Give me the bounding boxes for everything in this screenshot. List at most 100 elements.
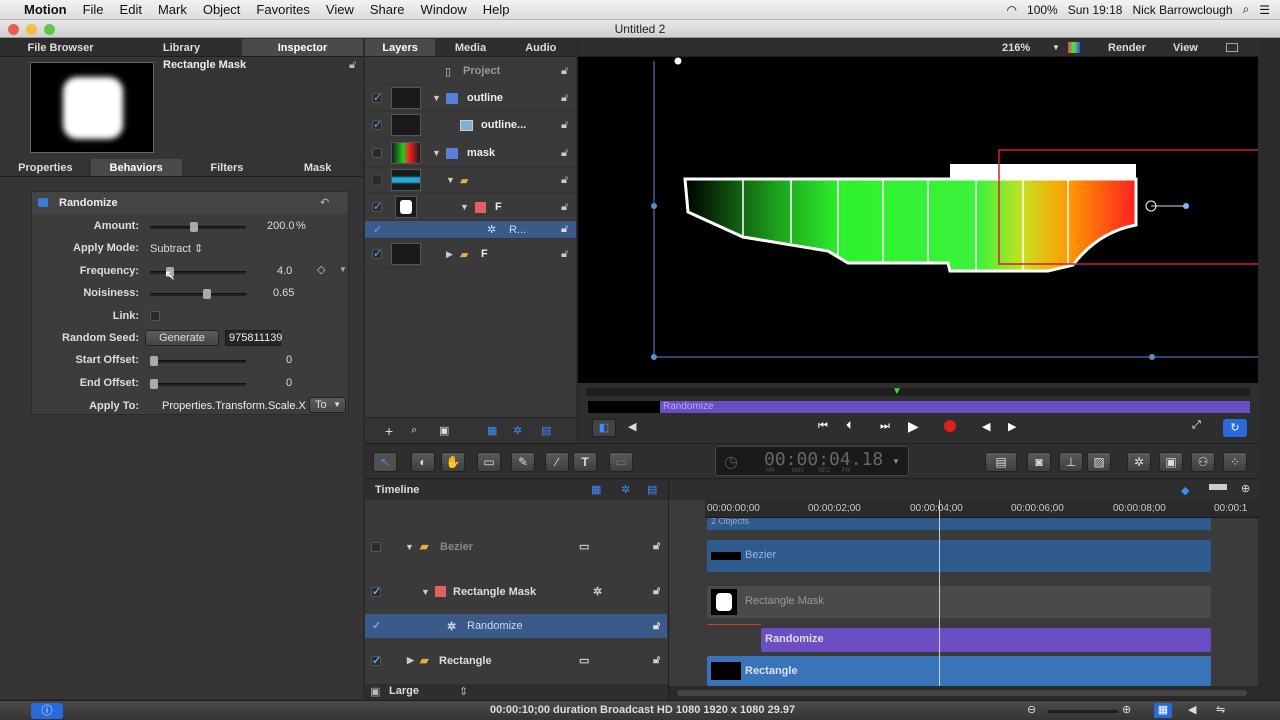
start-offset-slider[interactable]: [150, 356, 246, 366]
menu-help[interactable]: Help: [475, 2, 518, 17]
view-menu[interactable]: View: [1173, 42, 1198, 54]
layer-row[interactable]: ▼ F 🔓︎: [365, 194, 576, 221]
clock[interactable]: Sun 19:18: [1068, 3, 1123, 17]
playhead-line[interactable]: [939, 500, 940, 686]
behaviors-icon[interactable]: ✲: [1127, 452, 1151, 472]
next-keyframe-icon[interactable]: ▶: [1008, 420, 1016, 433]
lock-icon[interactable]: 🔓︎: [653, 654, 660, 667]
layout-icon[interactable]: [1226, 43, 1238, 52]
menu-file[interactable]: File: [75, 2, 112, 17]
show-layers-icon[interactable]: ▦: [487, 424, 497, 437]
tab-properties[interactable]: Properties: [0, 159, 91, 176]
disclosure-open-icon[interactable]: ▼: [421, 587, 430, 597]
scroll-thumb[interactable]: [677, 690, 1247, 696]
tab-audio[interactable]: Audio: [506, 39, 576, 56]
lock-icon[interactable]: 🔓︎: [561, 92, 568, 105]
hand-tool-icon[interactable]: ✋: [441, 452, 465, 472]
chevron-down-icon[interactable]: ▼: [339, 265, 347, 274]
user-name[interactable]: Nick Barrowclough: [1132, 3, 1232, 17]
select-tool-icon[interactable]: ↖: [373, 452, 397, 472]
lock-icon[interactable]: 🔓︎: [561, 119, 568, 132]
amount-value[interactable]: 200.0: [267, 220, 295, 232]
zoom-slider[interactable]: [1048, 710, 1118, 713]
mask-tool-icon[interactable]: ▭: [609, 452, 633, 472]
play-range-icon[interactable]: ◧: [592, 419, 616, 437]
lock-icon[interactable]: 🔓︎: [653, 620, 660, 633]
row-checkbox[interactable]: [371, 654, 381, 667]
disclosure-open-icon[interactable]: ▼: [460, 202, 469, 212]
lock-icon[interactable]: 🔓︎: [653, 585, 660, 598]
lock-icon[interactable]: 🔓︎: [561, 201, 568, 214]
noisiness-slider-knob[interactable]: [203, 289, 211, 299]
layer-visibility-checkbox[interactable]: [372, 175, 382, 185]
playhead-icon[interactable]: ▼: [892, 386, 902, 397]
timeline-row[interactable]: ▼ Rectangle Mask ✲ 🔓︎: [365, 578, 665, 605]
time-ruler[interactable]: 00:00:00;00 00:00:02;00 00:00:04;00 00:0…: [705, 500, 1259, 518]
layer-row[interactable]: ▶ ▰ F 🔓︎: [365, 241, 576, 268]
timeline-view-icon[interactable]: ▦: [1154, 703, 1172, 718]
menu-favorites[interactable]: Favorites: [248, 2, 317, 17]
layer-row[interactable]: outline... 🔓︎: [365, 112, 576, 139]
start-offset-value[interactable]: 0: [286, 354, 292, 366]
tab-mask[interactable]: Mask: [272, 159, 363, 176]
noisiness-value[interactable]: 0.65: [273, 287, 294, 299]
orbit-tool-icon[interactable]: ◐: [411, 452, 435, 472]
layer-visibility-checkbox[interactable]: [372, 148, 382, 158]
filters-icon[interactable]: ▣: [1159, 452, 1183, 472]
timeline-row[interactable]: ▶ ▰ Rectangle ▭ 🔓︎: [365, 647, 665, 674]
thumbnail-toggle-icon[interactable]: ▣: [439, 424, 449, 437]
zoom-out-icon[interactable]: ⊖: [1027, 703, 1036, 716]
rotation-handle[interactable]: [1183, 203, 1189, 209]
layer-visibility-checkbox[interactable]: [372, 200, 382, 213]
audio-icon[interactable]: ◀: [628, 420, 636, 433]
camera-icon[interactable]: ◙: [1027, 452, 1051, 472]
loop-icon[interactable]: ↻: [1223, 419, 1247, 437]
show-behaviors-icon[interactable]: ✲: [621, 483, 630, 496]
tab-media[interactable]: Media: [435, 39, 505, 56]
lock-icon[interactable]: 🔓︎: [561, 248, 568, 261]
show-masks-icon[interactable]: ▤: [541, 424, 551, 437]
timecode-display[interactable]: ◷ 00:00:04.18 HR MIN SEC FR ▼: [715, 446, 909, 476]
layer-row[interactable]: ▼ ▰ 🔓︎: [365, 167, 576, 194]
bar-bezier[interactable]: Bezier: [707, 540, 1211, 572]
show-masks-icon[interactable]: ▤: [647, 483, 657, 496]
hud-icon[interactable]: ▤: [985, 452, 1017, 472]
layer-row[interactable]: ▼ mask 🔓︎: [365, 140, 576, 167]
list-icon[interactable]: ☰: [1259, 3, 1270, 17]
tab-filters[interactable]: Filters: [182, 159, 273, 176]
handle-top[interactable]: [673, 57, 683, 66]
end-offset-slider[interactable]: [150, 379, 246, 389]
menu-edit[interactable]: Edit: [112, 2, 150, 17]
paint-tool-icon[interactable]: ∕: [545, 452, 569, 472]
zoom-level[interactable]: 216%: [1002, 42, 1030, 54]
go-to-end-icon[interactable]: ⏭: [880, 420, 890, 433]
apply-mode-popup[interactable]: Subtract ⇕: [150, 242, 203, 255]
end-offset-value[interactable]: 0: [286, 377, 292, 389]
menu-share[interactable]: Share: [362, 2, 413, 17]
timeline-row[interactable]: ▼ ▰ Bezier ▭ 🔓︎: [365, 533, 665, 560]
updown-icon[interactable]: ⇕: [459, 685, 468, 698]
mini-ruler[interactable]: [586, 388, 1250, 396]
layer-visibility-checkbox[interactable]: [372, 223, 382, 236]
thumbnail-size[interactable]: Large: [389, 685, 419, 697]
frequency-value[interactable]: 4.0: [277, 265, 292, 277]
close-icon[interactable]: [8, 24, 19, 35]
tab-layers[interactable]: Layers: [365, 39, 436, 56]
wifi-icon[interactable]: ◠: [1007, 3, 1017, 17]
reset-icon[interactable]: ↶: [320, 196, 329, 209]
layer-visibility-checkbox[interactable]: [372, 91, 382, 104]
apply-to-popup[interactable]: To ▼: [309, 397, 346, 413]
lock-icon[interactable]: 🔓︎: [349, 59, 356, 72]
play-icon[interactable]: ▶: [908, 418, 919, 435]
disclosure-open-icon[interactable]: ▼: [432, 93, 441, 103]
project-row[interactable]: ▯ Project 🔓︎: [365, 58, 576, 85]
zoom-in-icon[interactable]: ⊕: [1122, 703, 1131, 716]
show-layers-icon[interactable]: ▦: [591, 483, 601, 496]
lock-icon[interactable]: 🔓︎: [653, 540, 660, 553]
timeline-row-selected[interactable]: ✲ Randomize 🔓︎: [365, 614, 667, 638]
noisiness-slider[interactable]: [150, 289, 246, 299]
generators-icon[interactable]: ⚇: [1191, 452, 1215, 472]
search-icon[interactable]: ⌕: [411, 424, 417, 437]
zoom-icon[interactable]: ⊕: [1241, 482, 1250, 495]
link-checkbox[interactable]: [150, 311, 160, 321]
